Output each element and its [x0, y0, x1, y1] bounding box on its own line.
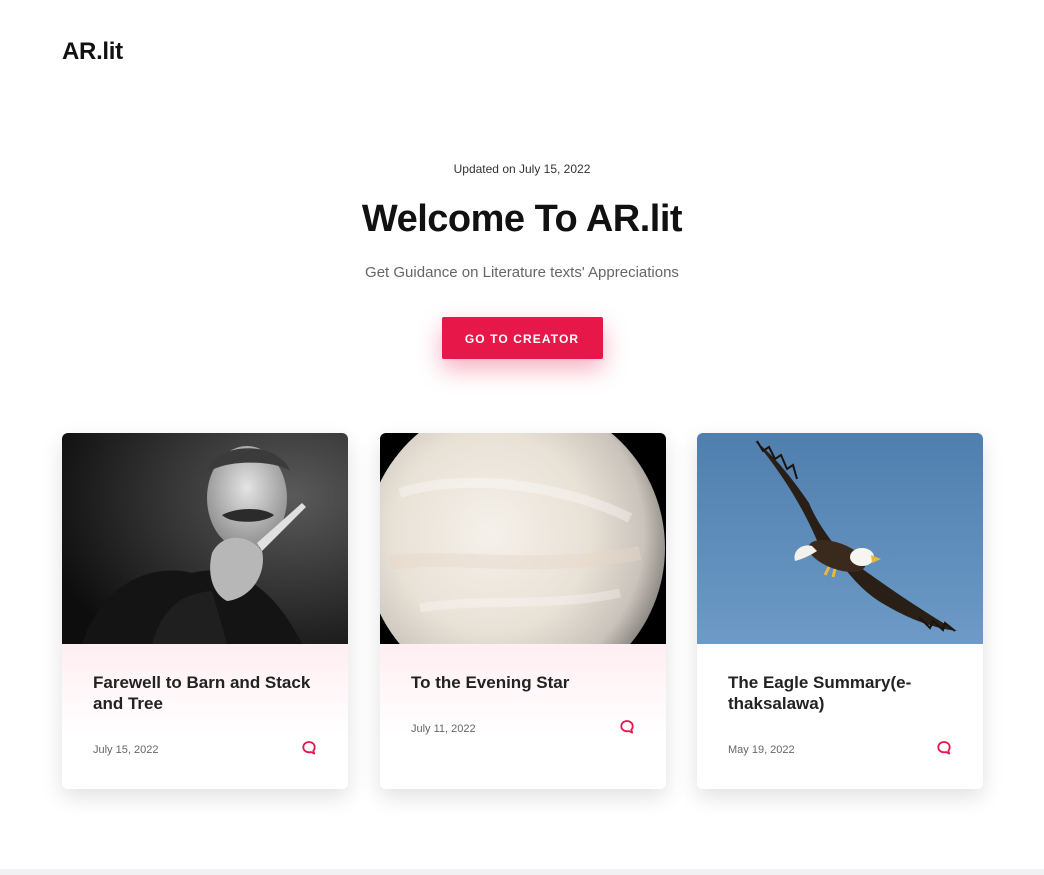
- post-card-body: The Eagle Summary(e-thaksalawa) May 19, …: [697, 644, 983, 789]
- post-card[interactable]: The Eagle Summary(e-thaksalawa) May 19, …: [697, 433, 983, 789]
- brand-logo[interactable]: AR.lit: [62, 38, 123, 66]
- post-thumbnail-planet[interactable]: [380, 433, 666, 644]
- post-date: July 11, 2022: [411, 723, 476, 735]
- updated-date: Updated on July 15, 2022: [453, 162, 591, 176]
- post-thumbnail-portrait[interactable]: [62, 433, 348, 644]
- page: AR.lit Updated on July 15, 2022 Welcome …: [0, 0, 1044, 875]
- footer-divider: [0, 869, 1044, 875]
- comment-icon[interactable]: [301, 740, 317, 756]
- post-title[interactable]: The Eagle Summary(e-thaksalawa): [728, 672, 958, 714]
- hero-subtitle: Get Guidance on Literature texts' Apprec…: [365, 264, 679, 281]
- page-title: Welcome To AR.lit: [361, 198, 683, 240]
- post-card[interactable]: Farewell to Barn and Stack and Tree July…: [62, 433, 348, 789]
- post-card-body: Farewell to Barn and Stack and Tree July…: [62, 644, 348, 789]
- post-cards: Farewell to Barn and Stack and Tree July…: [62, 433, 983, 789]
- post-thumbnail-eagle[interactable]: [697, 433, 983, 644]
- comment-icon[interactable]: [619, 719, 635, 735]
- hero-section: Updated on July 15, 2022 Welcome To AR.l…: [0, 160, 1044, 359]
- post-title[interactable]: Farewell to Barn and Stack and Tree: [93, 672, 323, 714]
- post-date: May 19, 2022: [728, 744, 795, 756]
- post-card-body: To the Evening Star July 11, 2022: [380, 644, 666, 789]
- post-date: July 15, 2022: [93, 744, 159, 756]
- post-title[interactable]: To the Evening Star: [411, 672, 641, 693]
- post-card[interactable]: To the Evening Star July 11, 2022: [380, 433, 666, 789]
- go-to-creator-button[interactable]: GO TO CREATOR: [441, 317, 603, 359]
- comment-icon[interactable]: [936, 740, 952, 756]
